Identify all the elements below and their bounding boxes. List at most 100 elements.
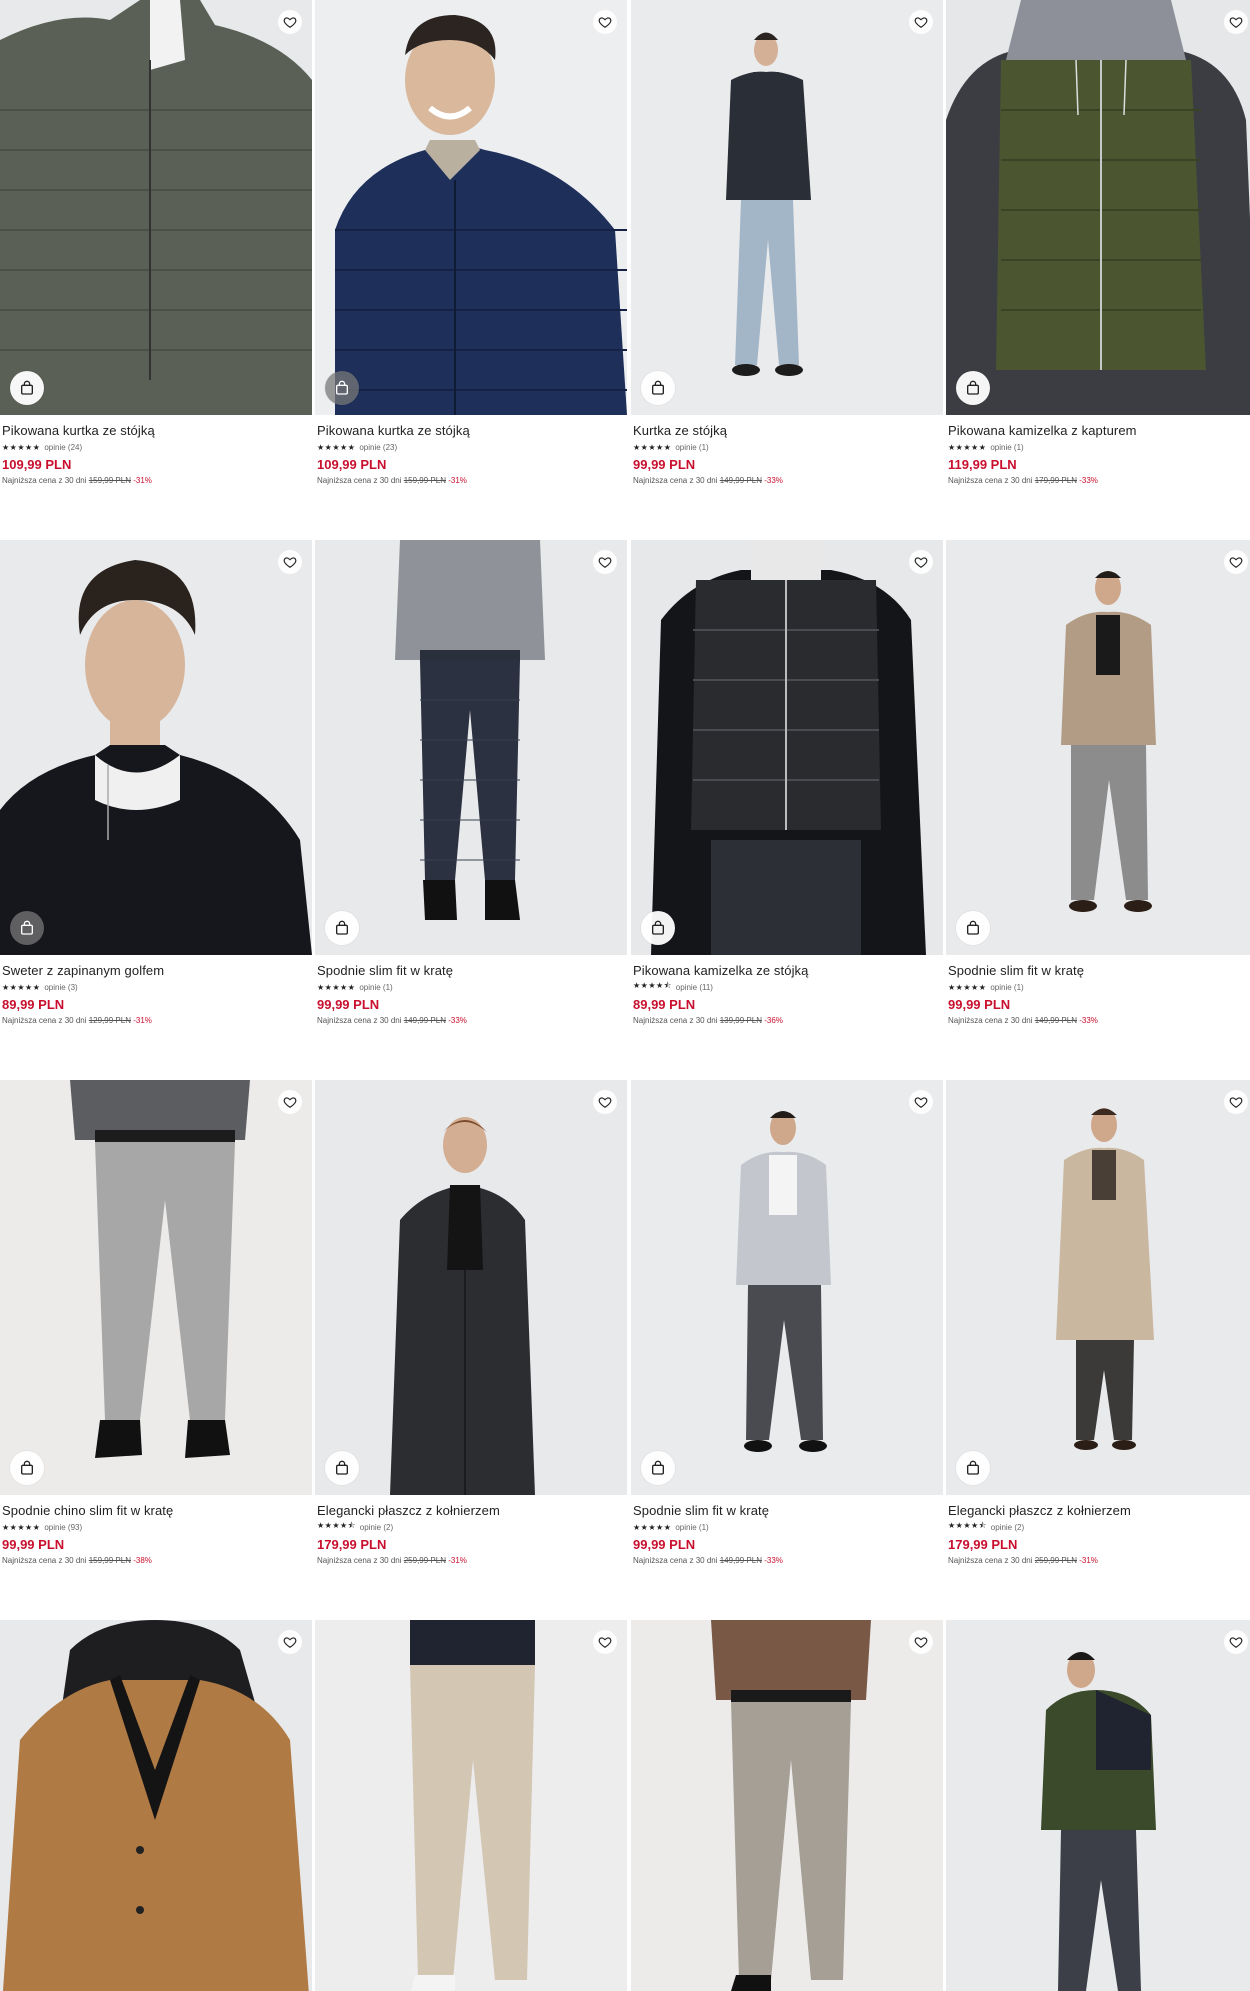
discount-badge: -33% (764, 1556, 783, 1565)
add-to-cart-button[interactable] (10, 371, 44, 405)
product-image[interactable] (946, 1620, 1250, 1991)
review-count[interactable]: opinie (93) (44, 1523, 82, 1532)
product-rating: ★★★★★ opinie (24) (2, 442, 310, 452)
product-card[interactable]: Pikowana kurtka ze stójką ★★★★★ opinie (2… (0, 0, 312, 485)
lowest-price-label: Najniższa cena z 30 dni (317, 1016, 402, 1025)
add-to-cart-button[interactable] (325, 1451, 359, 1485)
product-image[interactable] (631, 540, 943, 955)
product-title[interactable]: Pikowana kamizelka ze stójką (633, 963, 941, 978)
product-card[interactable]: Spodnie slim fit w kratę ★★★★★ opinie (1)… (631, 1080, 943, 1565)
product-card[interactable]: Sweter z zapinanym golfem ★★★★★ opinie (3… (0, 540, 312, 1025)
product-title[interactable]: Kurtka ze stójką (633, 423, 941, 438)
old-price: 149,99 PLN (719, 476, 762, 485)
add-to-cart-button[interactable] (325, 911, 359, 945)
review-count[interactable]: opinie (24) (44, 443, 82, 452)
product-image[interactable] (631, 0, 943, 415)
rating-stars: ★★★★⯪ (633, 981, 672, 990)
heart-outline-icon (283, 17, 297, 28)
product-title[interactable]: Spodnie slim fit w kratę (948, 963, 1250, 978)
add-to-cart-button[interactable] (956, 1451, 990, 1485)
favorite-button[interactable] (1224, 550, 1248, 574)
product-title[interactable]: Pikowana kurtka ze stójką (2, 423, 310, 438)
review-count[interactable]: opinie (1) (675, 1523, 708, 1532)
product-title[interactable]: Sweter z zapinanym golfem (2, 963, 310, 978)
discount-badge: -31% (448, 476, 467, 485)
product-card[interactable] (0, 1620, 312, 1991)
favorite-button[interactable] (593, 1090, 617, 1114)
favorite-button[interactable] (1224, 1090, 1248, 1114)
product-card[interactable] (631, 1620, 943, 1991)
product-title[interactable]: Spodnie slim fit w kratę (633, 1503, 941, 1518)
favorite-button[interactable] (593, 1630, 617, 1654)
product-image[interactable] (631, 1080, 943, 1495)
review-count[interactable]: opinie (3) (44, 983, 77, 992)
product-title[interactable]: Spodnie chino slim fit w kratę (2, 1503, 310, 1518)
review-count[interactable]: opinie (2) (991, 1523, 1024, 1532)
add-to-cart-button[interactable] (325, 371, 359, 405)
shopping-bag-icon (21, 380, 33, 395)
product-image[interactable] (946, 1080, 1250, 1495)
product-card[interactable]: Elegancki płaszcz z kołnierzem ★★★★⯪ opin… (946, 1080, 1250, 1565)
product-card[interactable]: Spodnie slim fit w kratę ★★★★★ opinie (1)… (946, 540, 1250, 1025)
product-image[interactable] (315, 0, 627, 415)
heart-outline-icon (598, 557, 612, 568)
favorite-button[interactable] (1224, 1630, 1248, 1654)
add-to-cart-button[interactable] (10, 911, 44, 945)
favorite-button[interactable] (909, 1630, 933, 1654)
review-count[interactable]: opinie (23) (359, 443, 397, 452)
add-to-cart-button[interactable] (956, 911, 990, 945)
review-count[interactable]: opinie (1) (990, 443, 1023, 452)
product-image[interactable] (0, 0, 312, 415)
product-photo (315, 540, 627, 955)
product-rating: ★★★★★ opinie (1) (948, 982, 1250, 992)
product-image[interactable] (315, 540, 627, 955)
favorite-button[interactable] (909, 10, 933, 34)
product-title[interactable]: Elegancki płaszcz z kołnierzem (317, 1503, 625, 1518)
add-to-cart-button[interactable] (956, 371, 990, 405)
product-card[interactable]: Spodnie chino slim fit w kratę ★★★★★ opin… (0, 1080, 312, 1565)
product-card[interactable] (315, 1620, 627, 1991)
add-to-cart-button[interactable] (641, 911, 675, 945)
product-card[interactable]: Pikowana kamizelka z kapturem ★★★★★ opini… (946, 0, 1250, 485)
product-title[interactable]: Pikowana kurtka ze stójką (317, 423, 625, 438)
review-count[interactable]: opinie (1) (675, 443, 708, 452)
favorite-button[interactable] (593, 10, 617, 34)
product-card[interactable]: Pikowana kamizelka ze stójką ★★★★⯪ opinie… (631, 540, 943, 1025)
add-to-cart-button[interactable] (10, 1451, 44, 1485)
product-card[interactable]: Kurtka ze stójką ★★★★★ opinie (1) 99,99 P… (631, 0, 943, 485)
favorite-button[interactable] (909, 1090, 933, 1114)
review-count[interactable]: opinie (1) (359, 983, 392, 992)
product-image[interactable] (0, 540, 312, 955)
lowest-price-info: Najniższa cena z 30 dni 159,99 PLN -38% (2, 1556, 310, 1565)
product-image[interactable] (946, 0, 1250, 415)
product-image[interactable] (631, 1620, 943, 1991)
product-image[interactable] (946, 540, 1250, 955)
product-image[interactable] (0, 1620, 312, 1991)
review-count[interactable]: opinie (2) (360, 1523, 393, 1532)
review-count[interactable]: opinie (11) (676, 983, 713, 992)
favorite-button[interactable] (278, 1090, 302, 1114)
add-to-cart-button[interactable] (641, 1451, 675, 1485)
product-card[interactable]: Elegancki płaszcz z kołnierzem ★★★★⯪ opin… (315, 1080, 627, 1565)
review-count[interactable]: opinie (1) (990, 983, 1023, 992)
product-card[interactable]: Spodnie slim fit w kratę ★★★★★ opinie (1)… (315, 540, 627, 1025)
product-card[interactable] (946, 1620, 1250, 1991)
rating-stars: ★★★★⯪ (948, 1521, 987, 1530)
favorite-button[interactable] (1224, 10, 1248, 34)
favorite-button[interactable] (278, 1630, 302, 1654)
lowest-price-label: Najniższa cena z 30 dni (948, 1556, 1033, 1565)
product-title[interactable]: Spodnie slim fit w kratę (317, 963, 625, 978)
product-rating: ★★★★⯪ opinie (2) (317, 1521, 625, 1532)
product-card[interactable]: Pikowana kurtka ze stójką ★★★★★ opinie (2… (315, 0, 627, 485)
favorite-button[interactable] (278, 550, 302, 574)
product-image[interactable] (315, 1620, 627, 1991)
product-image[interactable] (0, 1080, 312, 1495)
product-price: 109,99 PLN (317, 457, 387, 472)
add-to-cart-button[interactable] (641, 371, 675, 405)
product-title[interactable]: Elegancki płaszcz z kołnierzem (948, 1503, 1250, 1518)
product-title[interactable]: Pikowana kamizelka z kapturem (948, 423, 1250, 438)
favorite-button[interactable] (278, 10, 302, 34)
product-image[interactable] (315, 1080, 627, 1495)
favorite-button[interactable] (593, 550, 617, 574)
favorite-button[interactable] (909, 550, 933, 574)
